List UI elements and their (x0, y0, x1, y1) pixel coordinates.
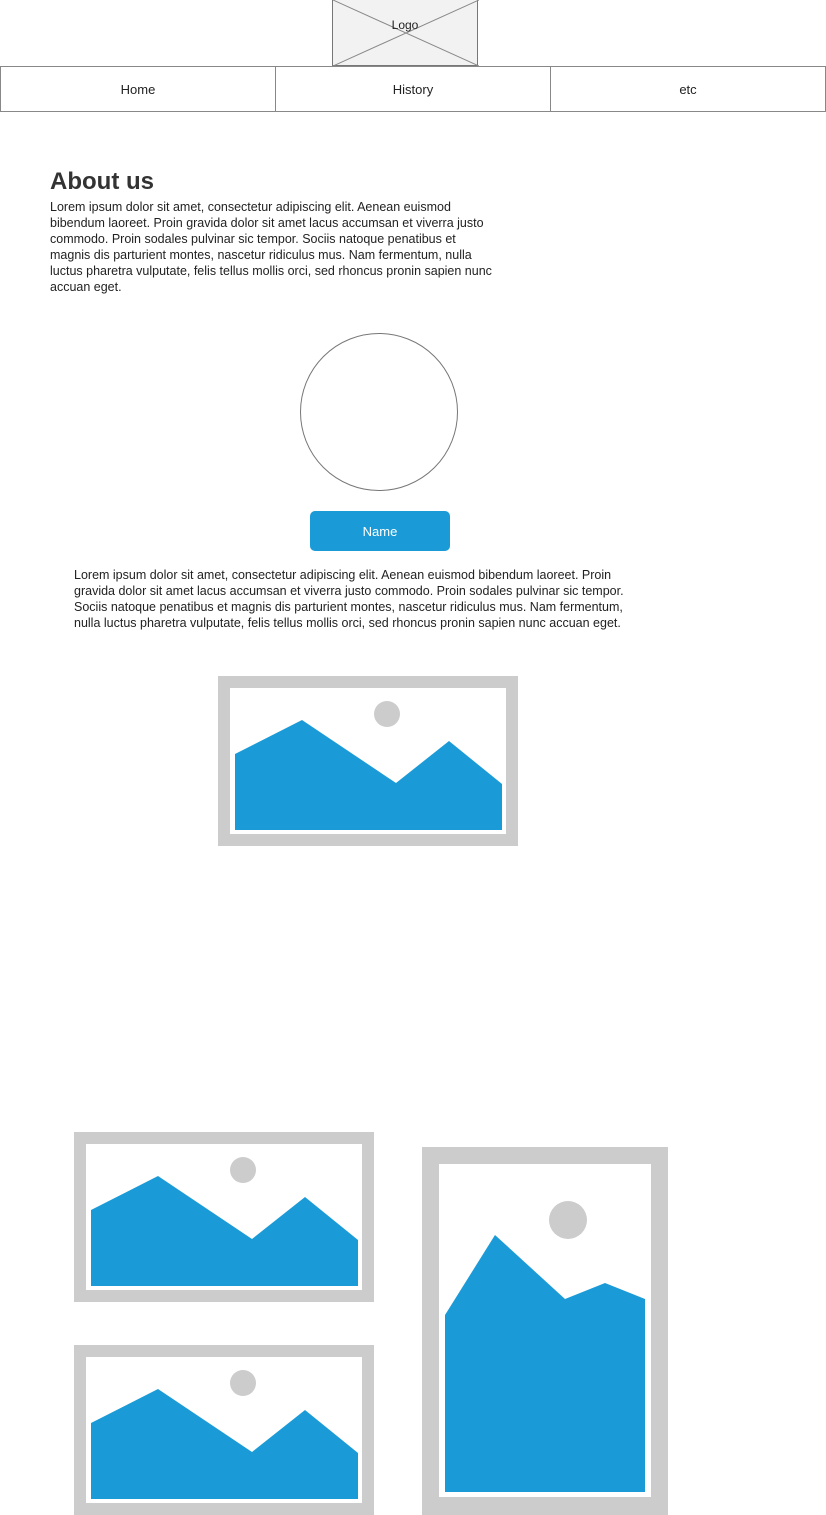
name-button[interactable]: Name (310, 511, 450, 551)
image-placeholder-icon (74, 1132, 374, 1302)
logo-label: Logo (391, 18, 419, 32)
main-nav: Home History etc (0, 66, 826, 112)
avatar (300, 333, 458, 491)
logo-placeholder-icon (333, 0, 479, 66)
nav-item-home[interactable]: Home (0, 66, 276, 112)
logo[interactable]: Logo (332, 0, 479, 66)
about-title: About us (50, 168, 154, 195)
nav-item-etc[interactable]: etc (551, 66, 826, 112)
image-placeholder-icon (422, 1147, 668, 1515)
about-text: Lorem ipsum dolor sit amet, consectetur … (50, 200, 492, 294)
image-placeholder-icon (218, 676, 518, 846)
nav-item-history[interactable]: History (276, 66, 551, 112)
bio-text: Lorem ipsum dolor sit amet, consectetur … (74, 568, 624, 630)
image-placeholder-icon (74, 1345, 374, 1515)
